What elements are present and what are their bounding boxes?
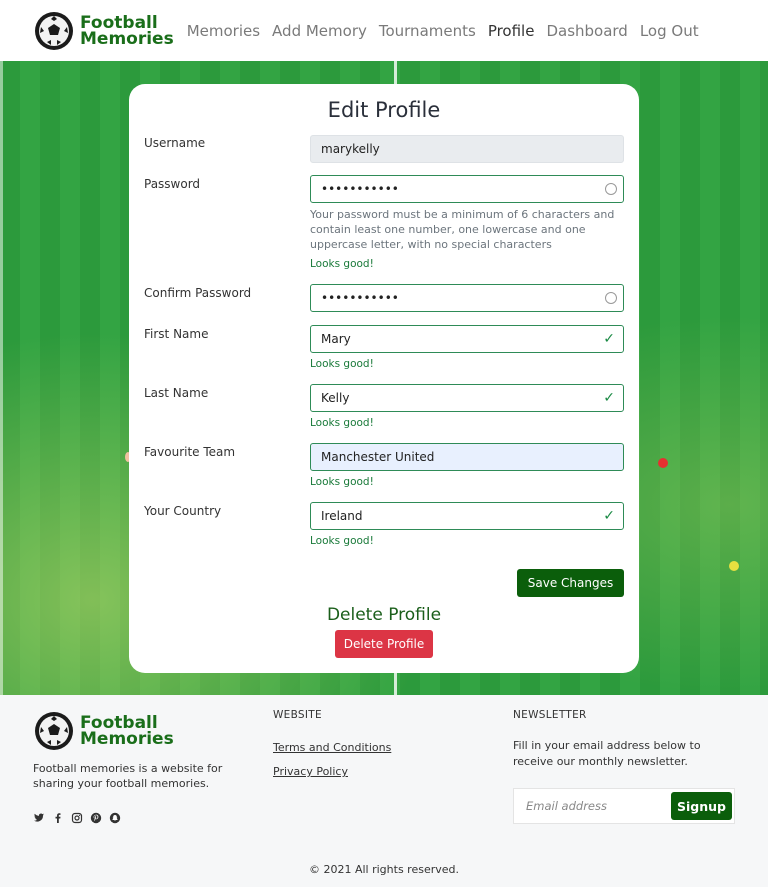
country-value: Ireland: [321, 509, 363, 523]
last-name-label: Last Name: [144, 386, 209, 400]
newsletter-form: Email address Signup: [513, 788, 735, 824]
first-name-field[interactable]: Mary ✓: [310, 325, 624, 353]
password-reveal-icon[interactable]: [605, 183, 617, 195]
pinterest-icon[interactable]: [90, 812, 102, 824]
password-valid-feedback: Looks good!: [310, 258, 374, 270]
password-reveal-icon[interactable]: [605, 292, 617, 304]
logo-text: Football Memories: [80, 14, 174, 49]
football-icon: [34, 11, 74, 51]
nav-link-memories[interactable]: Memories: [187, 22, 260, 40]
nav-links: Memories Add Memory Tournaments Profile …: [187, 22, 711, 40]
favourite-team-value: Manchester United: [321, 450, 435, 464]
newsletter-text: Fill in your email address below to rece…: [513, 739, 701, 768]
signup-button[interactable]: Signup: [671, 792, 732, 820]
password-help-text: Your password must be a minimum of 6 cha…: [310, 208, 615, 251]
newsletter-heading: NEWSLETTER: [513, 709, 587, 721]
checkmark-icon: ✓: [603, 508, 615, 524]
snapchat-icon[interactable]: [109, 812, 121, 824]
logo-line-2: Memories: [80, 28, 174, 49]
edit-profile-card: Edit Profile Username marykelly Password…: [129, 84, 639, 673]
twitter-icon[interactable]: [33, 812, 45, 824]
password-label: Password: [144, 177, 201, 191]
nav-link-add-memory[interactable]: Add Memory: [272, 22, 367, 40]
footer-logo-text: Football Memories: [80, 715, 174, 749]
nav-link-dashboard[interactable]: Dashboard: [546, 22, 627, 40]
username-field: marykelly: [310, 135, 624, 163]
pitch-background: Edit Profile Username marykelly Password…: [0, 61, 768, 695]
country-label: Your Country: [144, 504, 222, 518]
player-figure: [658, 458, 668, 468]
footer-logo[interactable]: Football Memories: [34, 711, 174, 751]
save-changes-button[interactable]: Save Changes: [517, 569, 624, 597]
confirm-password-label: Confirm Password: [144, 286, 252, 300]
last-name-value: Kelly: [321, 391, 350, 405]
checkmark-icon: ✓: [603, 331, 615, 347]
password-value: •••••••••••: [321, 182, 399, 196]
nav-link-log-out[interactable]: Log Out: [640, 22, 699, 40]
first-name-label: First Name: [144, 327, 209, 341]
copyright-text: © 2021 All rights reserved.: [308, 863, 460, 876]
footer-description: Football memories is a website for shari…: [33, 762, 223, 790]
facebook-icon[interactable]: [52, 812, 64, 824]
last-name-valid-feedback: Looks good!: [310, 417, 374, 429]
footer: Football Memories Football memories is a…: [0, 695, 768, 887]
first-name-valid-feedback: Looks good!: [310, 358, 374, 370]
confirm-password-field[interactable]: •••••••••••: [310, 284, 624, 312]
footer-logo-line-2: Memories: [80, 729, 174, 749]
last-name-field[interactable]: Kelly ✓: [310, 384, 624, 412]
instagram-icon[interactable]: [71, 812, 83, 824]
site-logo[interactable]: Football Memories: [34, 11, 174, 51]
confirm-password-value: •••••••••••: [321, 291, 399, 305]
page-title: Edit Profile: [327, 98, 441, 122]
website-heading: WEBSITE: [273, 709, 322, 721]
username-label: Username: [144, 136, 206, 150]
social-links: [33, 812, 128, 824]
football-icon: [34, 711, 74, 751]
terms-link[interactable]: Terms and Conditions: [273, 741, 391, 754]
password-field[interactable]: •••••••••••: [310, 175, 624, 203]
nav-link-tournaments[interactable]: Tournaments: [379, 22, 476, 40]
favourite-team-valid-feedback: Looks good!: [310, 476, 374, 488]
delete-profile-button[interactable]: Delete Profile: [335, 630, 433, 658]
first-name-value: Mary: [321, 332, 351, 346]
country-field[interactable]: Ireland ✓: [310, 502, 624, 530]
email-input[interactable]: Email address: [526, 799, 607, 813]
navbar: Football Memories Memories Add Memory To…: [0, 0, 768, 61]
country-valid-feedback: Looks good!: [310, 535, 374, 547]
player-figure: [729, 561, 739, 571]
favourite-team-label: Favourite Team: [144, 445, 236, 459]
pitch-line: [0, 61, 3, 695]
delete-profile-heading: Delete Profile: [326, 605, 442, 625]
username-value: marykelly: [321, 142, 380, 156]
checkmark-icon: ✓: [603, 390, 615, 406]
nav-link-profile[interactable]: Profile: [488, 22, 535, 40]
privacy-link[interactable]: Privacy Policy: [273, 765, 348, 778]
favourite-team-field[interactable]: Manchester United: [310, 443, 624, 471]
